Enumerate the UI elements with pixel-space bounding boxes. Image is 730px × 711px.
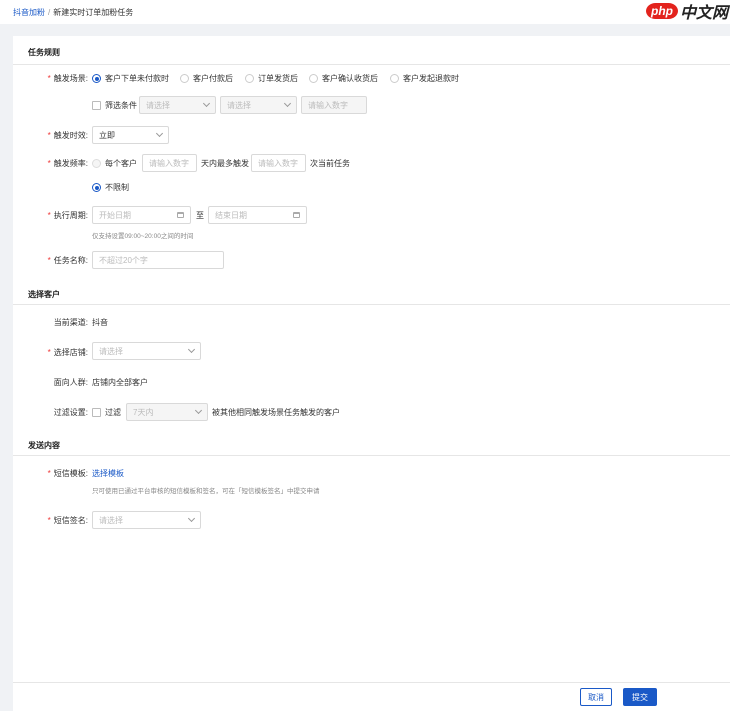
task-name-label: * 任务名称: bbox=[47, 256, 88, 265]
frequency-unlimited-radio[interactable]: 不限制 bbox=[92, 182, 129, 193]
logo-php: php bbox=[645, 3, 678, 19]
radio-icon bbox=[245, 74, 254, 83]
checkbox-icon bbox=[92, 408, 101, 417]
frequency-times-text: 次当前任务 bbox=[310, 159, 350, 168]
shop-label: * 选择店铺: bbox=[47, 348, 88, 357]
radio-icon bbox=[390, 74, 399, 83]
chevron-down-icon bbox=[202, 99, 211, 108]
radio-icon bbox=[309, 74, 318, 83]
chevron-down-icon bbox=[187, 345, 196, 354]
checkbox-icon bbox=[92, 101, 101, 110]
chevron-down-icon bbox=[155, 129, 164, 138]
frequency-times-input[interactable]: 请输入数字 bbox=[251, 154, 306, 172]
divider bbox=[13, 455, 730, 456]
filter-select-1[interactable]: 请选择 bbox=[139, 96, 216, 114]
trigger-frequency-label: * 触发频率: bbox=[47, 159, 88, 168]
section-title-customers: 选择客户 bbox=[28, 290, 60, 299]
sms-signature-label: * 短信签名: bbox=[47, 516, 88, 525]
cancel-button[interactable]: 取消 bbox=[580, 688, 612, 706]
trigger-scene-option-4[interactable]: 客户确认收货后 bbox=[309, 73, 378, 84]
breadcrumb-separator: / bbox=[48, 8, 51, 17]
filter-setting-checkbox[interactable]: 过滤 bbox=[92, 407, 121, 418]
filter-setting-suffix: 被其他相同触发场景任务触发的客户 bbox=[212, 408, 340, 417]
frequency-days-text: 天内最多触发 bbox=[201, 159, 249, 168]
trigger-timing-select[interactable]: 立即 bbox=[92, 126, 169, 144]
breadcrumb-current: 新建实时订单加粉任务 bbox=[53, 8, 134, 17]
audience-label: 面向人群: bbox=[53, 378, 88, 387]
trigger-scene-option-3[interactable]: 订单发货后 bbox=[245, 73, 298, 84]
chevron-down-icon bbox=[283, 99, 292, 108]
radio-icon bbox=[92, 159, 101, 168]
chevron-down-icon bbox=[194, 406, 203, 415]
filter-days-select[interactable]: 7天内 bbox=[126, 403, 208, 421]
radio-checked-icon bbox=[92, 183, 101, 192]
breadcrumb-parent-link[interactable]: 抖音加粉 bbox=[13, 8, 45, 17]
end-date-input[interactable]: 结束日期 bbox=[208, 206, 307, 224]
audience-value: 店铺内全部客户 bbox=[92, 378, 148, 387]
logo-cn: 中文网 bbox=[679, 3, 728, 22]
top-bar: 抖音加粉 / 新建实时订单加粉任务 php 中文网 bbox=[0, 0, 730, 24]
filter-number-input[interactable]: 请输入数字 bbox=[301, 96, 367, 114]
form-panel: 任务规则 * 触发场景: 客户下单未付款时 客户付款后 订单发货后 客户确认收货后… bbox=[13, 36, 730, 711]
trigger-scene-option-1[interactable]: 客户下单未付款时 bbox=[92, 73, 169, 84]
footer-bar bbox=[13, 682, 730, 683]
divider bbox=[13, 304, 730, 305]
start-date-input[interactable]: 开始日期 bbox=[92, 206, 191, 224]
section-title-content: 发送内容 bbox=[28, 441, 60, 450]
task-name-input[interactable]: 不超过20个字 bbox=[92, 251, 224, 269]
frequency-each-customer-radio[interactable]: 每个客户 bbox=[92, 158, 137, 169]
submit-button[interactable]: 提交 bbox=[623, 688, 657, 706]
shop-select[interactable]: 请选择 bbox=[92, 342, 201, 360]
frequency-days-input[interactable]: 请输入数字 bbox=[142, 154, 197, 172]
trigger-scene-option-5[interactable]: 客户发起退款时 bbox=[390, 73, 459, 84]
trigger-scene-option-2[interactable]: 客户付款后 bbox=[180, 73, 233, 84]
section-title-rules: 任务规则 bbox=[28, 48, 60, 57]
divider bbox=[13, 64, 730, 65]
sms-signature-select[interactable]: 请选择 bbox=[92, 511, 201, 529]
php-cn-logo: php 中文网 bbox=[645, 0, 728, 22]
trigger-scene-label: * 触发场景: bbox=[47, 74, 88, 83]
sms-template-label: * 短信模板: bbox=[47, 469, 88, 478]
radio-checked-icon bbox=[92, 74, 101, 83]
period-label: * 执行周期: bbox=[47, 211, 88, 220]
period-hint: 仅支持设置09:00~20:00之间的时间 bbox=[92, 233, 194, 240]
calendar-icon bbox=[177, 212, 184, 218]
select-template-link[interactable]: 选择模板 bbox=[92, 468, 124, 479]
chevron-down-icon bbox=[187, 514, 196, 523]
trigger-timing-label: * 触发时效: bbox=[47, 131, 88, 140]
channel-value: 抖音 bbox=[92, 318, 108, 327]
radio-icon bbox=[180, 74, 189, 83]
filter-setting-label: 过滤设置: bbox=[53, 408, 88, 417]
calendar-icon bbox=[293, 212, 300, 218]
channel-label: 当前渠道: bbox=[53, 318, 88, 327]
period-to-text: 至 bbox=[196, 211, 204, 220]
sms-template-hint: 只可使用已通过平台审核的短信模板和签名，可在「短信模板签名」中提交申请 bbox=[92, 488, 320, 495]
breadcrumb: 抖音加粉 / 新建实时订单加粉任务 bbox=[13, 7, 133, 18]
filter-select-2[interactable]: 请选择 bbox=[220, 96, 297, 114]
filter-condition-checkbox[interactable]: 筛选条件 bbox=[92, 100, 137, 111]
